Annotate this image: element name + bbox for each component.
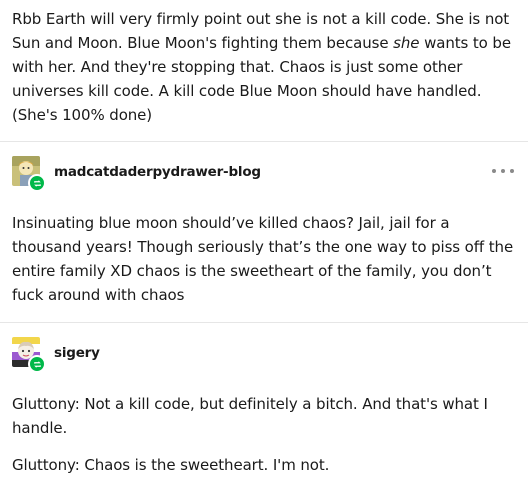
- username[interactable]: sigery: [54, 345, 100, 361]
- reblog-divider: [0, 141, 528, 142]
- more-options-icon[interactable]: [492, 166, 514, 176]
- reblog-text: Insinuating blue moon should’ve killed c…: [12, 214, 514, 304]
- post-text-emphasis: she: [393, 34, 420, 52]
- reblog-header: sigery: [0, 331, 528, 375]
- post-thread: Rbb Earth will very firmly point out she…: [0, 0, 528, 477]
- username[interactable]: madcatdaderpydrawer-blog: [54, 164, 261, 180]
- reblog-divider: [0, 322, 528, 323]
- avatar[interactable]: [12, 337, 46, 373]
- reblog-paragraph: Gluttony: Not a kill code, but definitel…: [12, 395, 488, 437]
- avatar[interactable]: [12, 156, 46, 192]
- reblog-header: madcatdaderpydrawer-blog: [0, 150, 528, 194]
- reblog-icon: [28, 355, 46, 373]
- reblog-icon: [28, 174, 46, 192]
- reblog-paragraph: Gluttony: Chaos is the sweetheart. I'm n…: [12, 456, 330, 474]
- original-post-text: Rbb Earth will very firmly point out she…: [0, 7, 528, 127]
